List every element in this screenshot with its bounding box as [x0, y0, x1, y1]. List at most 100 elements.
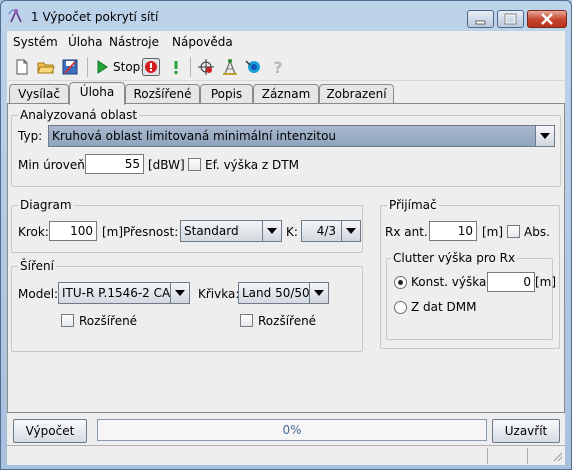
min-level-unit: [dBW]	[148, 158, 185, 172]
tab-transmitter[interactable]: Vysílač	[9, 84, 69, 104]
type-label: Typ:	[18, 129, 43, 143]
type-select[interactable]: Kruhová oblast limitovaná minimální inte…	[48, 125, 555, 147]
title-bar[interactable]: 1 Výpočet pokrytí sítí	[1, 1, 571, 31]
tab-display[interactable]: Zobrazení	[319, 84, 394, 104]
tab-extended[interactable]: Rozšířené	[125, 84, 200, 104]
k-select-value: 4/3	[316, 224, 336, 238]
precision-label: Přesnost:	[123, 225, 179, 239]
rx-ant-input[interactable]: 10	[429, 221, 477, 241]
step-input[interactable]: 100	[49, 221, 97, 241]
abs-label: Abs.	[524, 225, 550, 239]
status-cell	[487, 448, 488, 464]
abs-checkbox[interactable]	[507, 225, 520, 238]
extended-model-label: Rozšířené	[79, 314, 138, 328]
toolbar-separator	[87, 57, 88, 77]
diagram-group: Diagram Krok: 100 [m] Přesnost: Standard…	[11, 198, 363, 253]
k-select[interactable]: 4/3	[301, 220, 361, 242]
minimize-icon	[475, 20, 486, 25]
coverage-map-icon[interactable]	[244, 58, 262, 76]
menu-bar: Systém Úloha Nástroje Nápověda	[7, 31, 565, 53]
const-height-input[interactable]: 0	[487, 272, 535, 292]
const-height-unit: [m]	[535, 275, 557, 289]
clutter-title: Clutter výška pro Rx	[391, 251, 518, 265]
analyzed-area-title: Analyzovaná oblast	[18, 108, 140, 122]
min-level-input[interactable]: 55	[85, 154, 144, 174]
extended-model-checkbox[interactable]	[61, 314, 74, 327]
menu-system[interactable]: Systém	[13, 35, 58, 49]
bottom-bar: Výpočet 0% Uzavřít	[7, 413, 565, 443]
window-title: 1 Výpočet pokrytí sítí	[31, 10, 159, 24]
propagation-group: Šíření Model: ITU-R P.1546-2 CA Křivka: …	[11, 259, 363, 352]
menu-help[interactable]: Nápověda	[172, 35, 233, 49]
resize-grip-icon[interactable]	[551, 450, 563, 462]
tab-description[interactable]: Popis	[200, 84, 253, 104]
close-window-button[interactable]	[527, 10, 567, 28]
client-area: Systém Úloha Nástroje Nápověda Stop: ? V…	[7, 31, 565, 465]
k-label: K:	[286, 225, 298, 239]
exclamation-icon[interactable]	[167, 58, 185, 76]
curve-select[interactable]: Land 50/50	[238, 282, 329, 304]
model-select-value: ITU-R P.1546-2 CA	[62, 286, 171, 300]
menu-task[interactable]: Úloha	[68, 35, 102, 49]
step-unit: [m]	[102, 225, 124, 239]
receiver-group: Přijímač Rx ant.: 10 [m] Abs. Clutter vý…	[380, 198, 560, 349]
const-height-radio[interactable]	[394, 276, 407, 289]
rx-ant-unit: [m]	[482, 225, 504, 239]
diagram-title: Diagram	[18, 198, 74, 212]
crosshair-icon[interactable]	[197, 58, 215, 76]
compute-button[interactable]: Výpočet	[13, 419, 87, 443]
extended-curve-label: Rozšířené	[258, 314, 317, 328]
curve-label: Křivka:	[198, 287, 240, 301]
tab-record[interactable]: Záznam	[253, 84, 319, 104]
main-window: 1 Výpočet pokrytí sítí Systém Úloha Nást…	[0, 0, 572, 470]
toolbar: Stop: ?	[7, 53, 565, 81]
menu-tools[interactable]: Nástroje	[109, 35, 159, 49]
clutter-group: Clutter výška pro Rx Konst. výška: 0 [m]…	[386, 251, 557, 340]
type-select-value: Kruhová oblast limitovaná minimální inte…	[52, 129, 337, 143]
precision-select[interactable]: Standard	[180, 220, 282, 242]
chevron-down-icon[interactable]	[170, 283, 189, 303]
tab-strip: Vysílač Úloha Rozšířené Popis Záznam Zob…	[7, 82, 565, 105]
chevron-down-icon[interactable]	[341, 221, 360, 241]
dtm-label: Ef. výška z DTM	[205, 158, 299, 172]
chevron-down-icon[interactable]	[309, 283, 328, 303]
minimize-button[interactable]	[467, 10, 494, 28]
propagation-title: Šíření	[18, 259, 56, 273]
play-icon[interactable]	[93, 58, 111, 76]
chevron-down-icon[interactable]	[535, 126, 554, 146]
dmm-radio[interactable]	[394, 301, 407, 314]
receiver-title: Přijímač	[387, 198, 439, 212]
maximize-icon	[504, 13, 517, 25]
close-button[interactable]: Uzavřít	[492, 419, 560, 443]
stop-label: Stop:	[113, 60, 145, 74]
maximize-button[interactable]	[497, 10, 524, 28]
extended-curve-checkbox[interactable]	[240, 314, 253, 327]
new-file-icon[interactable]	[13, 58, 31, 76]
save-icon[interactable]	[61, 58, 79, 76]
svg-text:?: ?	[273, 58, 282, 76]
task-panel: Analyzovaná oblast Typ: Kruhová oblast l…	[7, 103, 565, 413]
tab-task[interactable]: Úloha	[69, 82, 125, 105]
analyzed-area-group: Analyzovaná oblast Typ: Kruhová oblast l…	[11, 108, 561, 187]
rx-ant-label: Rx ant.:	[385, 225, 432, 239]
step-label: Krok:	[18, 225, 49, 239]
close-icon	[541, 13, 553, 25]
chevron-down-icon[interactable]	[262, 221, 281, 241]
status-bar	[7, 445, 565, 465]
help-icon[interactable]: ?	[269, 58, 287, 76]
stop-icon[interactable]	[142, 58, 160, 76]
model-label: Model:	[18, 287, 59, 301]
toolbar-separator	[190, 57, 191, 77]
app-icon	[8, 9, 22, 23]
dmm-label: Z dat DMM	[411, 300, 477, 314]
min-level-label: Min úroveň:	[18, 158, 89, 172]
precision-select-value: Standard	[184, 224, 239, 238]
curve-select-value: Land 50/50	[242, 286, 310, 300]
progress-bar: 0%	[97, 419, 487, 441]
dtm-checkbox[interactable]	[188, 158, 201, 171]
status-cell	[527, 448, 528, 464]
open-folder-icon[interactable]	[37, 58, 55, 76]
model-select[interactable]: ITU-R P.1546-2 CA	[58, 282, 190, 304]
antenna-icon[interactable]	[221, 58, 239, 76]
const-height-label: Konst. výška:	[411, 275, 491, 289]
